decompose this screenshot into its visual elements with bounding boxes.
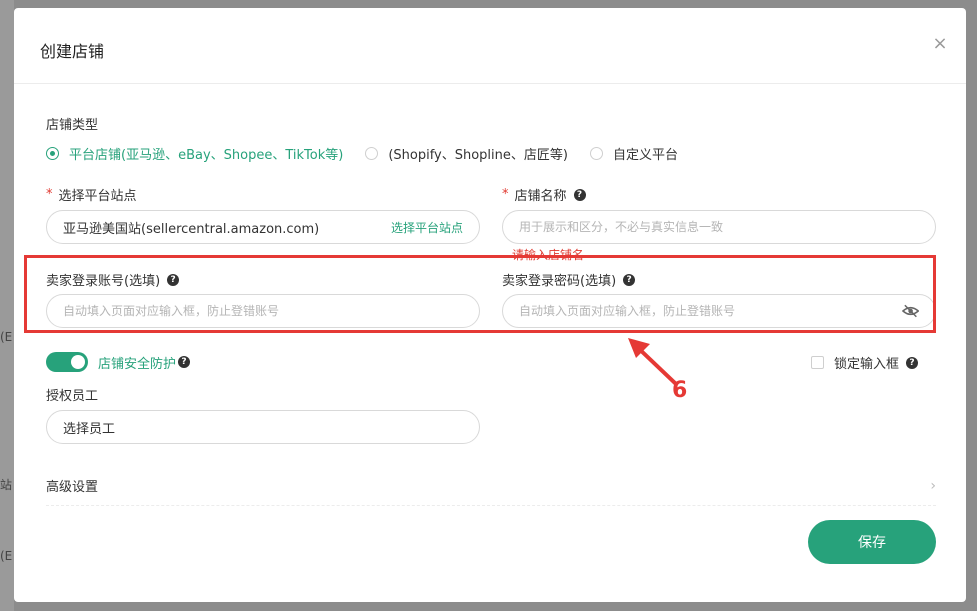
help-icon[interactable]: ? xyxy=(178,356,191,368)
field-label-text: 选择平台站点 xyxy=(58,189,137,204)
help-icon[interactable]: ? xyxy=(623,273,636,286)
required-mark: * xyxy=(46,187,53,202)
select-platform-site-link[interactable]: 选择平台站点 xyxy=(391,219,463,236)
store-name-label: * 店铺名称 ? xyxy=(502,185,586,204)
field-label-text: 卖家登录账号(选填) xyxy=(46,274,161,289)
seller-password-input[interactable] xyxy=(519,304,902,318)
store-type-radio-group: 平台店铺(亚马逊、eBay、Shopee、TikTok等) (Shopify、S… xyxy=(46,144,700,163)
create-store-dialog: 创建店铺 × 店铺类型 平台店铺(亚马逊、eBay、Shopee、TikTok等… xyxy=(14,8,966,602)
annotation-number: 6 xyxy=(672,378,688,403)
required-mark: * xyxy=(502,187,509,202)
lock-input-label: 锁定输入框 xyxy=(833,357,899,372)
radio-independent-store[interactable]: (Shopify、Shopline、店匠等) xyxy=(365,144,568,163)
select-employees-value: 选择员工 xyxy=(63,421,116,437)
background-text: (E xyxy=(0,330,13,344)
help-icon[interactable]: ? xyxy=(167,273,180,286)
annotation-arrow-icon xyxy=(628,338,678,386)
radio-unchecked-icon xyxy=(589,147,603,160)
store-name-field[interactable] xyxy=(502,210,936,244)
radio-custom-platform[interactable]: 自定义平台 xyxy=(589,144,678,163)
select-employees-field[interactable]: 选择员工 xyxy=(46,410,480,444)
dialog-header: 创建店铺 × xyxy=(14,8,966,84)
radio-label: 自定义平台 xyxy=(612,148,678,163)
radio-platform-store[interactable]: 平台店铺(亚马逊、eBay、Shopee、TikTok等) xyxy=(46,144,343,163)
save-button[interactable]: 保存 xyxy=(808,520,936,564)
store-type-label: 店铺类型 xyxy=(46,118,99,133)
radio-label: (Shopify、Shopline、店匠等) xyxy=(388,148,568,163)
dialog-title: 创建店铺 xyxy=(40,42,105,61)
help-icon[interactable]: ? xyxy=(573,188,586,201)
platform-site-field[interactable]: 亚马逊美国站(sellercentral.amazon.com) 选择平台站点 xyxy=(46,210,480,244)
radio-checked-icon xyxy=(46,147,59,160)
radio-unchecked-icon xyxy=(365,147,379,160)
advanced-settings-label: 高级设置 xyxy=(46,480,99,495)
platform-site-label: * 选择平台站点 xyxy=(46,185,137,204)
store-security-row: 店铺安全防护 ? xyxy=(46,352,191,372)
seller-password-label: 卖家登录密码(选填) ? xyxy=(502,270,636,289)
seller-account-field[interactable] xyxy=(46,294,480,328)
help-icon[interactable]: ? xyxy=(906,356,918,369)
store-security-label: 店铺安全防护 xyxy=(98,356,177,372)
seller-account-label: 卖家登录账号(选填) ? xyxy=(46,270,180,289)
background-text: (E xyxy=(0,549,13,563)
store-security-toggle[interactable] xyxy=(46,352,88,372)
seller-password-field[interactable] xyxy=(502,294,936,328)
platform-site-value: 亚马逊美国站(sellercentral.amazon.com) xyxy=(63,221,320,237)
field-label-text: 卖家登录密码(选填) xyxy=(502,274,617,289)
eye-hidden-icon[interactable] xyxy=(901,304,919,318)
background-page xyxy=(0,0,14,611)
field-label-text: 店铺名称 xyxy=(514,189,567,204)
radio-label: 平台店铺(亚马逊、eBay、Shopee、TikTok等) xyxy=(69,148,344,163)
seller-account-input[interactable] xyxy=(63,304,463,318)
background-text: 站 xyxy=(0,478,13,492)
lock-input-row: 锁定输入框 ? xyxy=(810,353,918,372)
store-name-error: 请输入店铺名 xyxy=(512,248,585,262)
lock-input-checkbox[interactable] xyxy=(810,356,824,369)
authorized-employees-label: 授权员工 xyxy=(46,389,99,404)
store-name-input[interactable] xyxy=(519,220,919,234)
chevron-right-icon: › xyxy=(930,477,936,494)
close-icon[interactable]: × xyxy=(930,34,950,54)
advanced-settings-row[interactable]: 高级设置 › xyxy=(46,466,936,506)
